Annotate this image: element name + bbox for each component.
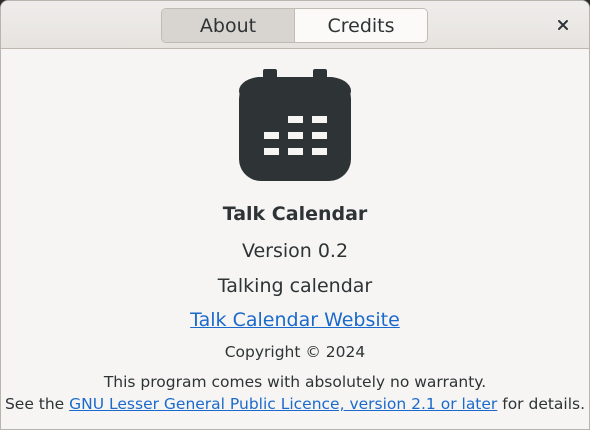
license-text: See the GNU Lesser General Public Licenc… [1,395,589,413]
warranty-text: This program comes with absolutely no wa… [103,373,487,391]
stack-switcher: About Credits [161,8,428,43]
tab-about[interactable]: About [162,9,295,42]
about-dialog: About Credits Talk Calendar Version 0.2 … [0,0,590,430]
close-button[interactable] [551,13,575,37]
license-suffix: for details. [497,395,586,413]
calendar-icon [239,69,351,181]
about-page: Talk Calendar Version 0.2 Talking calend… [1,49,589,429]
header-bar: About Credits [1,1,589,49]
website-link[interactable]: Talk Calendar Website [190,309,400,331]
app-version: Version 0.2 [241,240,349,262]
website-row: Talk Calendar Website [1,309,589,331]
app-name: Talk Calendar [222,203,368,225]
copyright-text: Copyright © 2024 [224,343,366,361]
license-link[interactable]: GNU Lesser General Public Licence, versi… [69,395,497,413]
tab-credits[interactable]: Credits [295,9,427,42]
license-prefix: See the [4,395,70,413]
close-icon [558,20,568,30]
app-comments: Talking calendar [217,275,373,297]
